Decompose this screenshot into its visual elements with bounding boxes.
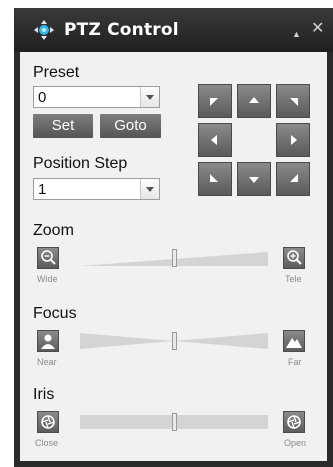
focus-near-label: Near — [37, 357, 57, 367]
zoom-tele-label: Tele — [285, 274, 302, 284]
tilt-up-button[interactable] — [237, 84, 271, 118]
arrow-up-right-icon — [290, 98, 298, 106]
arrow-up-left-icon — [210, 98, 218, 106]
focus-near-button[interactable] — [37, 330, 59, 352]
title-bar[interactable]: PTZ Control ▲ ✕ — [14, 8, 333, 52]
iris-slider-thumb[interactable] — [171, 413, 177, 431]
iris-open-label: Open — [284, 438, 307, 448]
close-button[interactable]: ✕ — [311, 21, 324, 37]
tilt-down-button[interactable] — [237, 162, 271, 196]
mountain-icon — [286, 338, 302, 348]
person-icon — [41, 334, 55, 349]
chevron-down-icon[interactable] — [140, 179, 159, 199]
pan-right-button[interactable] — [276, 123, 310, 157]
position-step-value: 1 — [38, 181, 47, 198]
pan-up-right-button[interactable] — [276, 84, 310, 118]
aperture-icon — [41, 415, 55, 429]
preset-label: Preset — [33, 64, 80, 81]
arrow-up-icon — [249, 97, 259, 103]
focus-far-label: Far — [288, 357, 302, 367]
window-title: PTZ Control — [64, 20, 179, 40]
focus-slider-thumb[interactable] — [171, 332, 177, 350]
zoom-label: Zoom — [33, 222, 74, 239]
magnifier-plus-icon — [287, 250, 302, 265]
position-step-select[interactable]: 1 — [33, 178, 160, 200]
collapse-button[interactable]: ▲ — [292, 26, 301, 42]
arrow-right-icon — [291, 135, 297, 145]
pan-left-button[interactable] — [198, 123, 232, 157]
preset-goto-button[interactable]: Goto — [100, 114, 161, 138]
zoom-tele-button[interactable] — [283, 247, 305, 269]
ptz-crosshair-icon — [34, 20, 54, 40]
preset-select[interactable]: 0 — [33, 86, 160, 108]
iris-close-label: Close — [35, 438, 59, 448]
iris-close-button[interactable] — [37, 411, 59, 433]
pan-down-left-button[interactable] — [198, 162, 232, 196]
pan-up-left-button[interactable] — [198, 84, 232, 118]
iris-open-button[interactable] — [283, 411, 305, 433]
aperture-icon — [287, 415, 301, 429]
preset-set-button[interactable]: Set — [33, 114, 93, 138]
focus-far-button[interactable] — [283, 330, 305, 352]
zoom-wide-label: Wide — [37, 274, 58, 284]
arrow-down-left-icon — [210, 174, 218, 182]
magnifier-minus-icon — [41, 250, 56, 265]
arrow-down-icon — [249, 177, 259, 183]
iris-label: Iris — [33, 386, 55, 403]
focus-label: Focus — [33, 305, 77, 322]
preset-value: 0 — [38, 89, 47, 106]
zoom-slider-thumb[interactable] — [171, 249, 177, 267]
chevron-down-icon[interactable] — [140, 87, 159, 107]
position-step-label: Position Step — [33, 155, 128, 172]
arrow-down-right-icon — [290, 174, 298, 182]
zoom-wide-button[interactable] — [37, 247, 59, 269]
ptz-panel: Preset 0 Set Goto Position Step 1 Zoom W… — [20, 52, 327, 461]
ptz-direction-pad — [198, 84, 310, 200]
arrow-left-icon — [211, 135, 217, 145]
pan-down-right-button[interactable] — [276, 162, 310, 196]
